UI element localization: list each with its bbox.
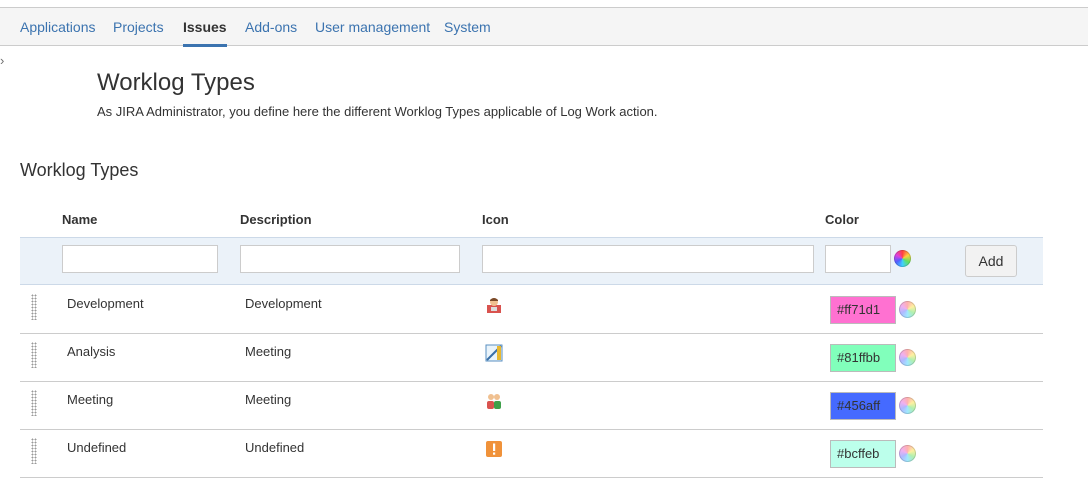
row-description: Meeting	[245, 392, 292, 407]
name-input[interactable]	[62, 245, 218, 273]
admin-nav: Applications Projects Issues Add-ons Use…	[0, 8, 1088, 47]
color-picker-icon[interactable]	[894, 250, 911, 267]
description-input[interactable]	[240, 245, 460, 273]
nav-applications[interactable]: Applications	[20, 8, 96, 46]
color-swatch[interactable]: #ff71d1	[830, 296, 896, 324]
color-picker-icon[interactable]	[899, 397, 916, 414]
row-name: Analysis	[67, 344, 116, 359]
row-name: Undefined	[67, 440, 127, 455]
meeting-icon	[485, 392, 503, 410]
nav-add-ons[interactable]: Add-ons	[245, 8, 297, 46]
color-picker-icon[interactable]	[899, 301, 916, 318]
row-description: Meeting	[245, 344, 292, 359]
analysis-icon	[485, 344, 503, 362]
color-input[interactable]	[825, 245, 891, 273]
drag-handle-icon[interactable]	[31, 438, 37, 464]
row-description: Undefined	[245, 440, 305, 455]
color-swatch[interactable]: #456aff	[830, 392, 896, 420]
color-picker-icon[interactable]	[899, 349, 916, 366]
table-row: Meeting Meeting #456aff	[20, 382, 1043, 430]
add-worklog-type-row: Add	[20, 237, 1043, 285]
top-bar	[0, 0, 1088, 8]
column-header-color: Color	[825, 212, 859, 227]
section-title: Worklog Types	[20, 160, 139, 180]
nav-system[interactable]: System	[444, 8, 491, 46]
drag-handle-icon[interactable]	[31, 390, 37, 416]
table-row: Undefined Undefined #bcffeb	[20, 430, 1043, 478]
row-description: Development	[245, 296, 322, 311]
nav-user-management[interactable]: User management	[315, 8, 430, 46]
table-row: Analysis Meeting #81ffbb	[20, 334, 1043, 382]
add-button[interactable]: Add	[965, 245, 1017, 277]
row-name: Meeting	[67, 392, 114, 407]
color-picker-icon[interactable]	[899, 445, 916, 462]
table-row: Development Development #ff71d1	[20, 286, 1043, 334]
warning-icon	[485, 440, 503, 458]
nav-issues[interactable]: Issues	[183, 8, 227, 47]
column-header-name: Name	[62, 212, 98, 227]
drag-handle-icon[interactable]	[31, 342, 37, 368]
page-title: Worklog Types	[97, 69, 255, 96]
icon-input[interactable]	[482, 245, 814, 273]
color-swatch[interactable]: #81ffbb	[830, 344, 896, 372]
column-header-description: Description	[240, 212, 312, 227]
developer-icon	[485, 296, 503, 314]
color-swatch[interactable]: #bcffeb	[830, 440, 896, 468]
row-name: Development	[67, 296, 144, 311]
nav-projects[interactable]: Projects	[113, 8, 164, 46]
page-description: As JIRA Administrator, you define here t…	[97, 104, 658, 119]
column-header-icon: Icon	[482, 212, 509, 227]
sidebar-expand-icon[interactable]: ›	[0, 53, 4, 68]
drag-handle-icon[interactable]	[31, 294, 37, 320]
